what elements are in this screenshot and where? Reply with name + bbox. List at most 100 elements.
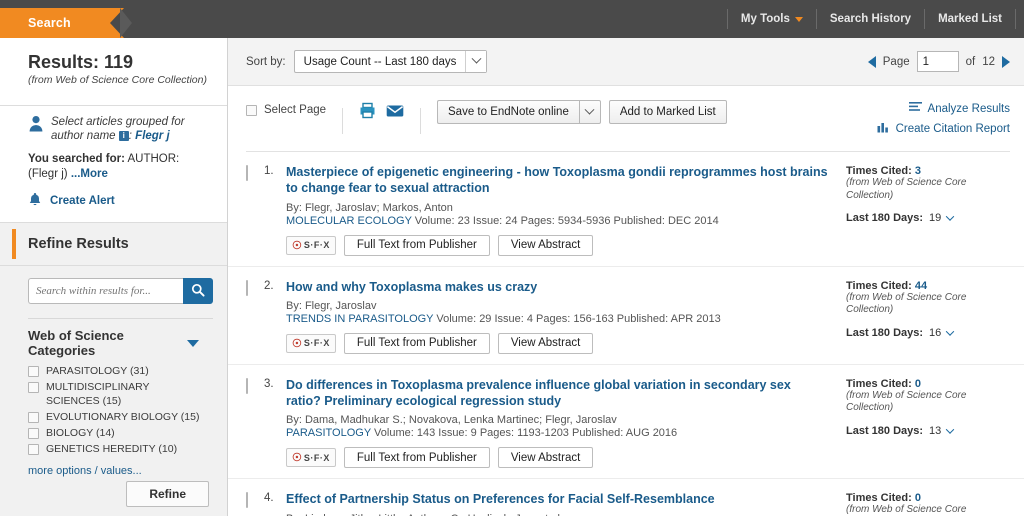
- save-to-endnote-control[interactable]: Save to EndNote online: [437, 100, 601, 124]
- chevron-down-icon: [794, 16, 803, 22]
- add-to-marked-list-button[interactable]: Add to Marked List: [608, 100, 727, 124]
- full-text-button[interactable]: Full Text from Publisher: [343, 447, 490, 469]
- select-page-control[interactable]: Select Page: [246, 100, 326, 116]
- result-source: MOLECULAR ECOLOGY Volume: 23 Issue: 24 P…: [286, 215, 828, 227]
- last-180-days-label: Last 180 Days:: [846, 212, 924, 224]
- times-cited-label: Times Cited:: [846, 377, 912, 390]
- times-cited-value[interactable]: 44: [915, 280, 927, 292]
- last-180-days-label: Last 180 Days:: [846, 326, 924, 339]
- sort-by-select[interactable]: Usage Count -- Last 180 days: [293, 50, 488, 73]
- facet-checkbox[interactable]: [28, 427, 39, 439]
- facet-header[interactable]: Web of Science Categories: [28, 328, 213, 358]
- full-text-button[interactable]: Full Text from Publisher: [343, 234, 490, 256]
- author-group-block[interactable]: Select articles grouped for author name …: [0, 106, 227, 144]
- page-number-input[interactable]: [916, 51, 959, 72]
- author-group-name[interactable]: Flegr j: [135, 130, 170, 142]
- times-cited-value[interactable]: 0: [915, 378, 921, 390]
- page-label: Page: [882, 55, 910, 68]
- analyze-results-link[interactable]: Analyze Results: [928, 103, 1010, 115]
- result-buttons: ☉ S·F·X Full Text from Publisher View Abs…: [286, 447, 828, 469]
- times-cited-value[interactable]: 3: [915, 165, 921, 177]
- facet-option[interactable]: EVOLUTIONARY BIOLOGY (15): [28, 411, 213, 424]
- nav-search-history-label: Search History: [829, 13, 912, 25]
- sfx-link-icon[interactable]: ☉ S·F·X: [286, 448, 336, 468]
- result-details: Do differences in Toxoplasma prevalence …: [286, 377, 838, 469]
- facet-checkbox[interactable]: [28, 366, 39, 378]
- result-details: Effect of Partnership Status on Preferen…: [286, 491, 838, 516]
- result-title-link[interactable]: Do differences in Toxoplasma prevalence …: [286, 377, 828, 410]
- search-icon: [191, 283, 205, 300]
- create-citation-report-link[interactable]: Create Citation Report: [896, 123, 1010, 135]
- times-cited-source: (from Web of Science Core Collection): [846, 389, 967, 414]
- facet-title: Web of Science Categories: [28, 328, 124, 359]
- info-icon[interactable]: i: [118, 131, 129, 142]
- sfx-label: S·F·X: [303, 338, 330, 349]
- result-checkbox[interactable]: [246, 165, 248, 181]
- more-options-link[interactable]: more options / values...: [28, 465, 213, 477]
- result-journal-link[interactable]: TRENDS IN PARASITOLOGY: [286, 313, 433, 325]
- result-publication-details: Volume: 143 Issue: 9 Pages: 1193-1203 Pu…: [374, 427, 678, 440]
- result-row: 1. Masterpiece of epigenetic engineering…: [228, 152, 1024, 267]
- times-cited-row: Times Cited: 0: [846, 378, 1010, 390]
- times-cited-value[interactable]: 0: [915, 492, 921, 504]
- facet-option[interactable]: BIOLOGY (14): [28, 427, 213, 440]
- facet-option[interactable]: MULTIDISCIPLINARY SCIENCES (15): [28, 381, 213, 407]
- citation-report-link-row[interactable]: Create Citation Report: [877, 121, 1010, 136]
- result-journal-link[interactable]: PARASITOLOGY: [286, 427, 371, 439]
- next-page-button[interactable]: [1002, 55, 1010, 68]
- facet-checkbox[interactable]: [28, 382, 39, 394]
- result-checkbox[interactable]: [246, 279, 248, 296]
- analyze-results-link-row[interactable]: Analyze Results: [877, 101, 1010, 116]
- search-within-results[interactable]: [28, 278, 213, 305]
- bar-chart-icon: [877, 121, 890, 136]
- nav-search-history[interactable]: Search History: [815, 9, 924, 29]
- nav-my-tools[interactable]: My Tools: [726, 9, 816, 29]
- result-title-link[interactable]: Masterpiece of epigenetic engineering - …: [286, 164, 828, 197]
- search-within-submit-button[interactable]: [183, 278, 213, 305]
- sfx-link-icon[interactable]: ☉ S·F·X: [286, 235, 336, 255]
- create-alert-button[interactable]: Create Alert: [0, 182, 227, 222]
- times-cited-row: Times Cited: 0: [846, 492, 1010, 504]
- last-180-days-row: Last 180 Days: 16: [846, 327, 1010, 339]
- times-cited-source: (from Web of Science Core Collection): [846, 504, 967, 516]
- page-of-label: of: [965, 55, 976, 68]
- facet-option[interactable]: PARASITOLOGY (31): [28, 365, 213, 378]
- result-checkbox[interactable]: [246, 377, 248, 394]
- view-abstract-button[interactable]: View Abstract: [497, 447, 594, 469]
- results-action-bar: Select Page Save to EndNote online Add t…: [228, 86, 1024, 151]
- result-title-link[interactable]: Effect of Partnership Status on Preferen…: [286, 491, 828, 507]
- sfx-link-icon[interactable]: ☉ S·F·X: [286, 333, 336, 353]
- result-checkbox[interactable]: [246, 492, 248, 509]
- view-abstract-button[interactable]: View Abstract: [497, 332, 594, 354]
- page-body: Results: 119 (from Web of Science Core C…: [0, 38, 1024, 516]
- nav-marked-list[interactable]: Marked List: [924, 9, 1016, 29]
- result-journal-link[interactable]: MOLECULAR ECOLOGY: [286, 215, 412, 227]
- search-tab[interactable]: Search: [0, 8, 132, 38]
- chevron-down-icon[interactable]: [465, 51, 487, 72]
- print-icon[interactable]: [359, 102, 376, 122]
- facet-option[interactable]: GENETICS HEREDITY (10): [28, 443, 213, 456]
- facet-checkbox[interactable]: [28, 411, 39, 423]
- result-publication-details: Volume: 29 Issue: 4 Pages: 156-163 Publi…: [436, 312, 721, 325]
- facet-option-label: PARASITOLOGY (31): [46, 365, 149, 378]
- search-within-input[interactable]: [28, 278, 183, 305]
- result-title-link[interactable]: How and why Toxoplasma makes us crazy: [286, 279, 828, 295]
- chevron-down-icon[interactable]: [946, 212, 955, 221]
- chevron-down-icon[interactable]: [946, 326, 955, 336]
- view-abstract-button[interactable]: View Abstract: [497, 234, 594, 256]
- save-to-endnote-label: Save to EndNote online: [437, 100, 579, 124]
- chevron-down-icon[interactable]: [946, 425, 955, 434]
- search-query-block: You searched for: AUTHOR: (Flegr j) ...M…: [0, 143, 227, 182]
- previous-page-button[interactable]: [867, 55, 876, 68]
- search-query-more-link[interactable]: ...More: [71, 168, 108, 180]
- chevron-down-icon[interactable]: [578, 100, 601, 124]
- facet-checkbox[interactable]: [28, 443, 39, 455]
- chevron-down-icon[interactable]: [187, 339, 199, 347]
- sfx-label: S·F·X: [303, 240, 330, 250]
- refine-button[interactable]: Refine: [126, 481, 209, 508]
- email-icon[interactable]: [386, 104, 404, 121]
- full-text-button[interactable]: Full Text from Publisher: [343, 332, 490, 354]
- last-180-days-value: 19: [929, 212, 942, 224]
- select-page-checkbox[interactable]: [246, 105, 257, 116]
- divider: [420, 107, 422, 134]
